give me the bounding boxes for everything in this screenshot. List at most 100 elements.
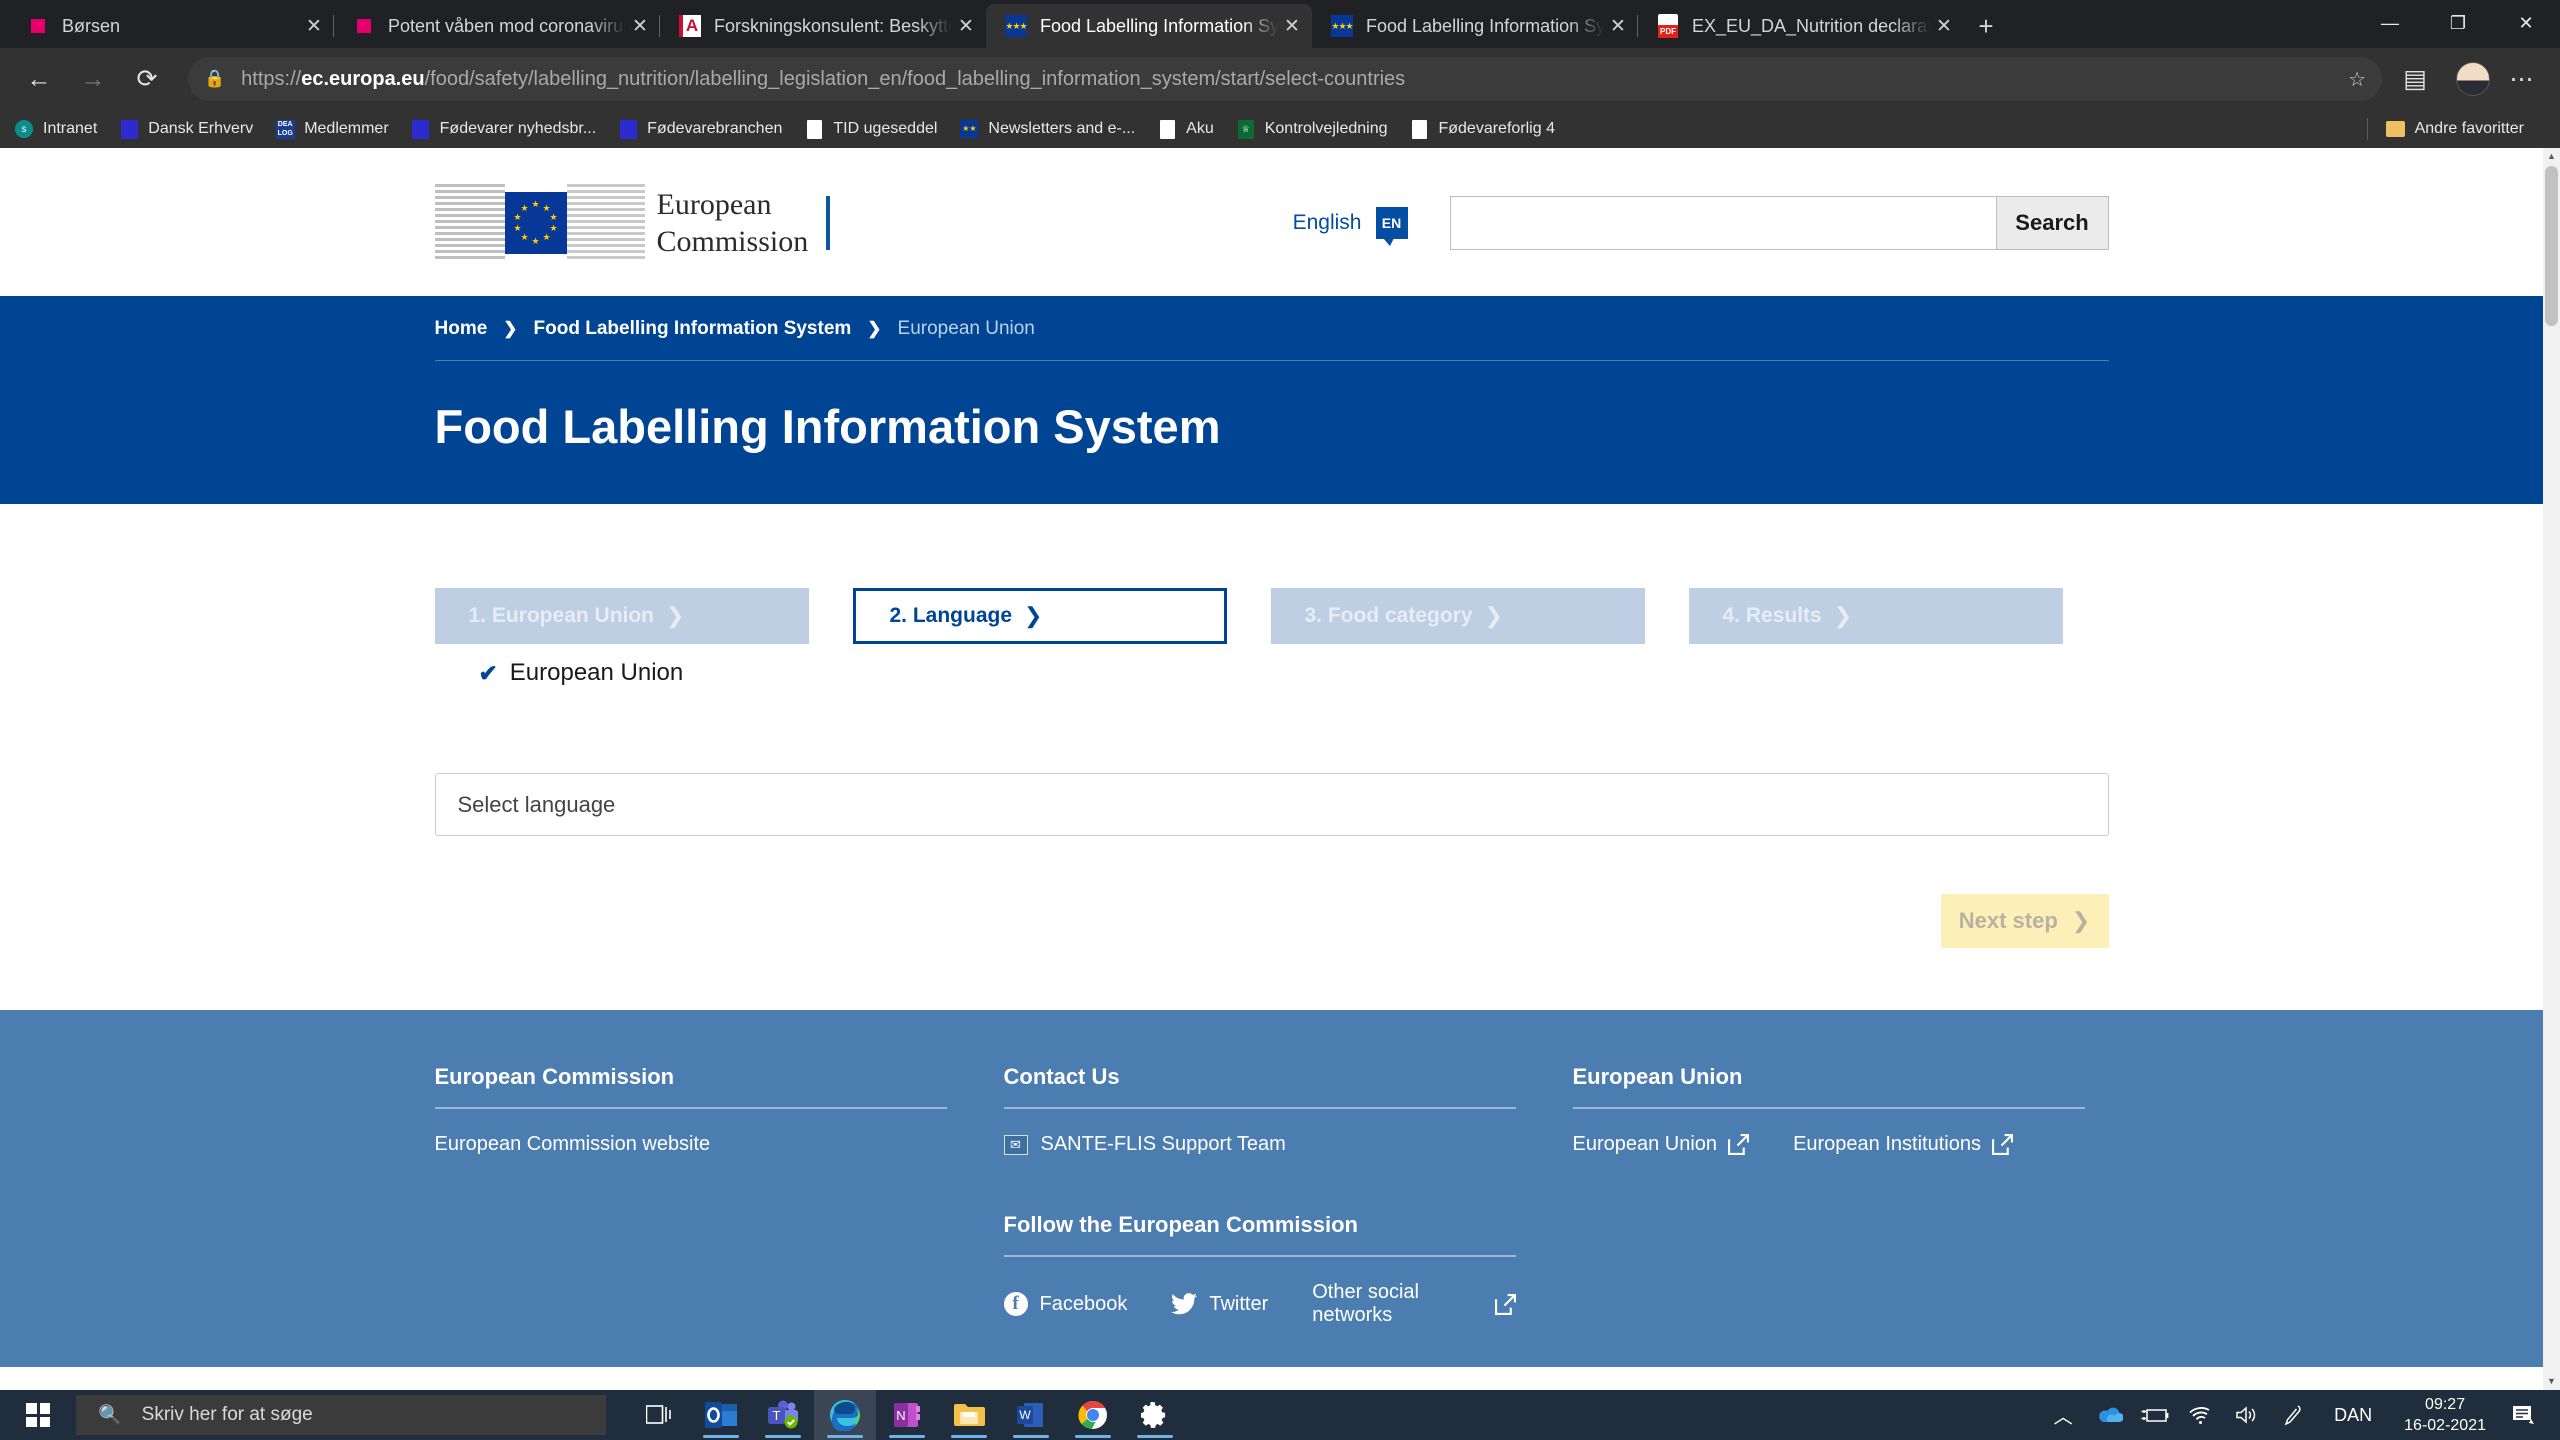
bookmark-item[interactable]: ★★ Newsletters and e-... (959, 119, 1135, 139)
footer-link-european-union[interactable]: European Union (1573, 1133, 1750, 1156)
european-commission-logo[interactable]: ★ ★ ★ ★ ★ ★ ★ ★ ★ ★ European Commission (434, 184, 831, 262)
bookmark-item[interactable]: ♕ Kontrolvejledning (1236, 119, 1388, 139)
language-badge[interactable]: EN (1375, 207, 1408, 246)
tab-close-icon[interactable]: ✕ (1604, 12, 1632, 40)
file-explorer-icon[interactable] (938, 1390, 1000, 1440)
chevron-right-icon: ❯ (1024, 603, 1043, 628)
chrome-icon[interactable] (1062, 1390, 1124, 1440)
taskbar-search-input[interactable]: 🔍 Skriv her for at søge (76, 1395, 606, 1435)
footer-link-other-social[interactable]: Other social networks (1312, 1281, 1516, 1327)
scrollbar-thumb[interactable] (2545, 166, 2558, 326)
tab-close-icon[interactable]: ✕ (1278, 12, 1306, 40)
onedrive-icon[interactable] (2086, 1390, 2132, 1440)
bookmark-item[interactable]: Fødevarebranchen (618, 119, 782, 139)
eu-flag-icon: ★ ★ ★ ★ ★ ★ ★ ★ ★ ★ (504, 192, 567, 254)
next-step-button[interactable]: Next step ❯ (1940, 894, 2109, 948)
footer-link-support-team[interactable]: ✉ SANTE-FLIS Support Team (1003, 1133, 1516, 1156)
bookmark-label: Fødevarebranchen (647, 120, 783, 137)
breadcrumb-item-current: European Union (897, 318, 1035, 339)
check-icon: ✔ (478, 659, 498, 686)
bookmark-label: Kontrolvejledning (1264, 120, 1388, 137)
browser-tab-active[interactable]: ★★★ Food Labelling Information Syste ✕ (986, 4, 1312, 48)
close-window-button[interactable]: ✕ (2492, 0, 2560, 46)
wizard-step-1-label: 1. European Union (468, 604, 655, 627)
address-bar[interactable]: 🔒 https://ec.europa.eu/food/safety/label… (188, 57, 2382, 101)
wizard-step-4-label: 4. Results (1722, 604, 1822, 627)
notifications-icon[interactable] (2500, 1390, 2546, 1440)
search-input[interactable] (1450, 197, 1996, 249)
footer-link-european-institutions[interactable]: European Institutions (1793, 1133, 2013, 1156)
language-indicator[interactable]: DAN (2316, 1405, 2390, 1426)
bookmark-item[interactable]: Dansk Erhverv (119, 119, 253, 139)
other-favorites-button[interactable]: Andre favoritter (2386, 119, 2524, 139)
task-view-icon[interactable] (628, 1390, 690, 1440)
outlook-icon[interactable] (690, 1390, 752, 1440)
breadcrumb-item-home[interactable]: Home (435, 318, 488, 340)
wizard-step-1[interactable]: 1. European Union ❯ (434, 588, 809, 644)
start-button[interactable] (0, 1390, 76, 1440)
wizard-step-3[interactable]: 3. Food category ❯ (1270, 588, 1645, 644)
edge-icon[interactable] (814, 1390, 876, 1440)
language-select[interactable]: Select language (434, 773, 2109, 836)
clock[interactable]: 09:27 16-02-2021 (2390, 1394, 2500, 1436)
bookmark-item[interactable]: Fødevarer nyhedsbr... (411, 119, 596, 139)
show-hidden-icons-button[interactable]: ︿ (2040, 1390, 2086, 1440)
scroll-down-arrow[interactable]: ▼ (2543, 1373, 2560, 1390)
breadcrumb-item-flis[interactable]: Food Labelling Information System (534, 318, 852, 340)
bookmark-item[interactable]: s Intranet (14, 119, 97, 139)
word-icon[interactable]: W (1000, 1390, 1062, 1440)
new-tab-button[interactable]: + (1964, 4, 2008, 48)
breadcrumb: Home ❯ Food Labelling Information System… (435, 318, 2109, 360)
window-controls: — ❐ ✕ (2356, 0, 2560, 46)
document-icon (804, 119, 824, 139)
scroll-up-arrow[interactable]: ▲ (2543, 148, 2560, 165)
wizard-step-2[interactable]: 2. Language ❯ (852, 588, 1227, 644)
svg-text:W: W (1019, 1408, 1031, 1422)
more-options-icon[interactable]: ⋯ (2500, 65, 2544, 94)
footer-link-label: European Union (1572, 1133, 1718, 1155)
avatar[interactable] (2456, 62, 2490, 96)
svg-text:N: N (896, 1408, 905, 1423)
bookmark-item[interactable]: DEA LOG Medlemmer (275, 119, 389, 139)
settings-icon[interactable] (1124, 1390, 1186, 1440)
browser-tab[interactable]: Potent våben mod coronavirus m ✕ (334, 4, 660, 48)
collections-add-icon[interactable]: ▤ (2392, 56, 2438, 102)
back-button[interactable]: ← (16, 56, 62, 102)
forward-button[interactable]: → (70, 56, 116, 102)
bookmark-item[interactable]: Fødevareforlig 4 (1409, 119, 1555, 139)
browser-tab[interactable]: Børsen ✕ (8, 4, 334, 48)
document-icon (1409, 119, 1429, 139)
teams-icon[interactable]: T (752, 1390, 814, 1440)
reload-button[interactable]: ⟳ (124, 56, 170, 102)
tab-close-icon[interactable]: ✕ (952, 12, 980, 40)
battery-charging-icon[interactable] (2132, 1390, 2178, 1440)
pen-icon[interactable] (2270, 1390, 2316, 1440)
minimize-button[interactable]: — (2356, 0, 2424, 46)
bookmark-label: Aku (1186, 120, 1214, 137)
search-button[interactable]: Search (1995, 197, 2108, 249)
browser-tab[interactable]: PDF EX_EU_DA_Nutrition declaration_ ✕ (1638, 4, 1964, 48)
footer-link-facebook[interactable]: f Facebook (1003, 1292, 1128, 1316)
bookmark-item[interactable]: Aku (1157, 119, 1214, 139)
browser-tab[interactable]: A Forskningskonsulent: Beskyttelse ✕ (660, 4, 986, 48)
tab-close-icon[interactable]: ✕ (1930, 12, 1958, 40)
language-link[interactable]: English (1293, 211, 1362, 235)
maximize-button[interactable]: ❐ (2424, 0, 2492, 46)
footer-divider (1572, 1107, 2085, 1109)
footer-link-ec-website[interactable]: European Commission website (435, 1133, 947, 1156)
star-add-icon[interactable]: ☆ (2348, 67, 2366, 92)
browser-tab[interactable]: ★★★ Food Labelling Information Syste ✕ (1312, 4, 1638, 48)
tab-close-icon[interactable]: ✕ (626, 12, 654, 40)
site-header: ★ ★ ★ ★ ★ ★ ★ ★ ★ ★ European Commission … (0, 148, 2543, 296)
bookmark-item[interactable]: TID ugeseddel (804, 119, 937, 139)
footer-link-label: Facebook (1039, 1292, 1128, 1315)
tab-close-icon[interactable]: ✕ (300, 12, 328, 40)
footer-link-twitter[interactable]: Twitter (1171, 1293, 1268, 1316)
volume-icon[interactable] (2224, 1390, 2270, 1440)
onenote-icon[interactable]: N (876, 1390, 938, 1440)
wizard-step-4[interactable]: 4. Results ❯ (1688, 588, 2063, 644)
wifi-icon[interactable] (2178, 1390, 2224, 1440)
folder-icon (2386, 119, 2406, 139)
taskbar-apps: T N W (628, 1390, 1186, 1440)
page-scrollbar[interactable]: ▲ ▼ (2543, 148, 2560, 1390)
